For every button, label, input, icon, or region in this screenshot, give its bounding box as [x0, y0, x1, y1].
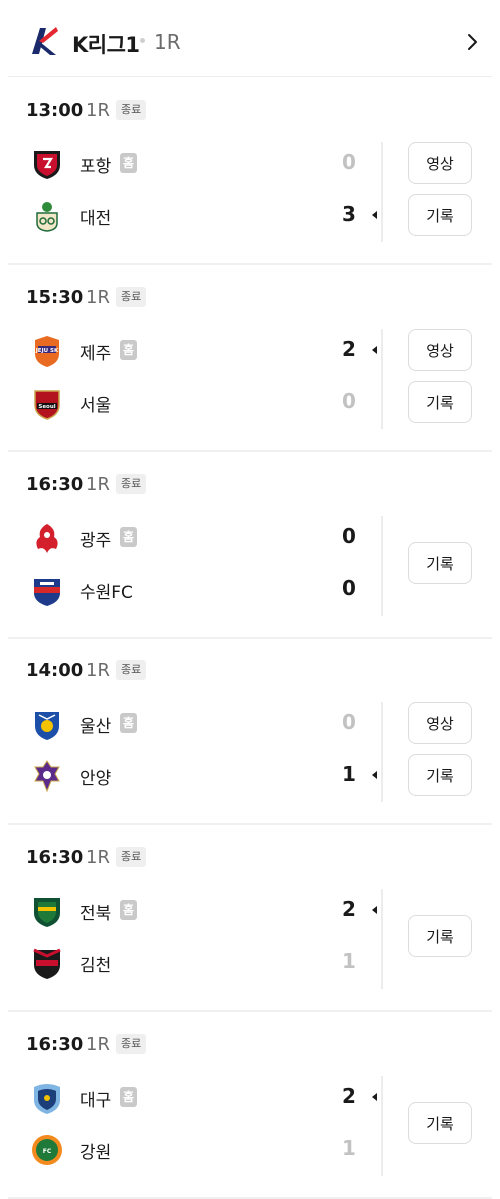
team-score: 1 — [342, 762, 356, 786]
status-badge: 종료 — [116, 660, 147, 680]
divider — [381, 889, 383, 989]
winner-marker-icon — [372, 1093, 377, 1101]
team-name: 김천 — [80, 956, 112, 976]
team-score: 2 — [342, 897, 356, 921]
divider — [381, 1076, 383, 1176]
winner-marker-icon — [372, 906, 377, 914]
status-badge: 종료 — [116, 100, 147, 120]
team-name: 안양 — [80, 769, 112, 789]
jeju-logo: JEJU SK — [35, 336, 59, 367]
anyang-logo — [34, 760, 60, 793]
header-divider — [8, 76, 492, 77]
record-button[interactable]: 기록 — [408, 194, 472, 236]
record-button[interactable]: 기록 — [408, 381, 472, 423]
status-badge: 종료 — [116, 287, 147, 307]
team-score: 0 — [342, 524, 356, 548]
match-round: 1R — [86, 287, 110, 308]
team-score: 0 — [342, 576, 356, 600]
team-name: 대전 — [80, 209, 112, 229]
match-card: 16:30 1R 종료 전북 홈 2 김천 1 기록 — [0, 825, 500, 1012]
round-label: 1R — [154, 30, 181, 54]
match-time: 16:30 — [26, 1034, 84, 1055]
match-round: 1R — [86, 847, 110, 868]
video-button[interactable]: 영상 — [408, 329, 472, 371]
team-score: 1 — [342, 949, 356, 973]
team-name: 대구 — [80, 1091, 112, 1111]
home-badge: 홈 — [120, 153, 138, 173]
match-round: 1R — [86, 660, 110, 681]
gimcheon-logo — [33, 948, 61, 979]
match-time: 15:30 — [26, 287, 84, 308]
separator-dot — [140, 38, 145, 43]
record-button[interactable]: 기록 — [408, 542, 472, 584]
team-score: 0 — [342, 150, 356, 174]
app-header: K리그1 1R — [0, 0, 500, 82]
match-time: 13:00 — [26, 100, 84, 121]
video-button[interactable]: 영상 — [408, 142, 472, 184]
match-card: 16:30 1R 종료 대구 홈 2 FC 강원 1 기록 — [0, 1012, 500, 1199]
k-league-logo — [32, 27, 58, 55]
record-button[interactable]: 기록 — [408, 754, 472, 796]
team-score: 0 — [342, 389, 356, 413]
status-badge: 종료 — [116, 474, 147, 494]
chevron-right-icon[interactable] — [462, 30, 482, 54]
match-round: 1R — [86, 100, 110, 121]
svg-text:Seoul: Seoul — [38, 404, 55, 410]
match-time: 16:30 — [26, 847, 84, 868]
record-button[interactable]: 기록 — [408, 1102, 472, 1144]
team-score: 3 — [342, 202, 356, 226]
match-time: 16:30 — [26, 474, 84, 495]
team-score: 1 — [342, 1136, 356, 1160]
match-round: 1R — [86, 1034, 110, 1055]
team-name: 전북 — [80, 904, 112, 924]
match-card: 15:30 1R 종료 JEJU SK 제주 홈 2 Seoul 서울 0 영상… — [0, 265, 500, 452]
match-card: 16:30 1R 종료 광주 홈 0 수원FC 0 기록 — [0, 452, 500, 639]
svg-text:JEJU SK: JEJU SK — [35, 348, 59, 354]
team-name: 포항 — [80, 157, 112, 177]
team-name: 제주 — [80, 344, 112, 364]
status-badge: 종료 — [116, 1034, 147, 1054]
team-name: 광주 — [80, 531, 112, 551]
team-name: 강원 — [80, 1143, 112, 1163]
pohang-logo — [34, 151, 60, 179]
winner-marker-icon — [372, 346, 377, 354]
match-card: 13:00 1R 종료 포항 홈 0 대전 3 영상 기록 — [0, 78, 500, 265]
daegu-logo — [34, 1084, 60, 1114]
gwangju-logo — [36, 524, 58, 553]
league-title: K리그1 — [72, 33, 140, 57]
video-button[interactable]: 영상 — [408, 702, 472, 744]
seoul-logo: Seoul — [34, 390, 60, 420]
home-badge: 홈 — [120, 340, 138, 360]
divider — [381, 142, 383, 242]
daejeon-logo — [36, 202, 58, 232]
team-name: 서울 — [80, 396, 112, 416]
divider — [381, 702, 383, 802]
record-button[interactable]: 기록 — [408, 915, 472, 957]
home-badge: 홈 — [120, 900, 138, 920]
match-card: 14:00 1R 종료 울산 홈 0 안양 1 영상 기록 — [0, 638, 500, 825]
gangwon-logo: FC — [32, 1135, 62, 1165]
team-score: 2 — [342, 1084, 356, 1108]
home-badge: 홈 — [120, 527, 138, 547]
winner-marker-icon — [372, 771, 377, 779]
status-badge: 종료 — [116, 847, 147, 867]
divider — [381, 516, 383, 616]
winner-marker-icon — [372, 211, 377, 219]
home-badge: 홈 — [120, 713, 138, 733]
divider — [381, 329, 383, 429]
match-time: 14:00 — [26, 660, 84, 681]
svg-text:FC: FC — [43, 1148, 52, 1155]
team-score: 2 — [342, 337, 356, 361]
team-name: 울산 — [80, 717, 112, 737]
team-score: 0 — [342, 710, 356, 734]
jeonbuk-logo — [34, 898, 60, 927]
home-badge: 홈 — [120, 1087, 138, 1107]
team-name: 수원FC — [80, 583, 133, 603]
ulsan-logo — [35, 712, 59, 740]
match-round: 1R — [86, 474, 110, 495]
suwon-fc-logo — [34, 579, 60, 606]
